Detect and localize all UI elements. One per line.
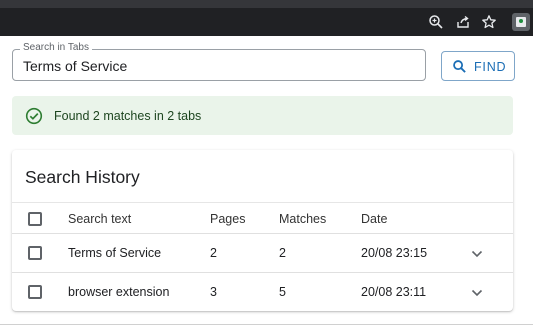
- row-pages: 3: [210, 285, 217, 299]
- table-header-row: Search text Pages Matches Date: [12, 202, 513, 233]
- row-date: 20/08 23:15: [361, 246, 428, 260]
- select-all-checkbox[interactable]: [28, 212, 42, 226]
- search-icon: [452, 59, 467, 79]
- table-row[interactable]: browser extension 3 5 20/08 23:11: [12, 272, 513, 312]
- zoom-icon[interactable]: [428, 14, 444, 30]
- column-header-pages: Pages: [210, 212, 246, 226]
- find-button-label: FIND: [474, 60, 507, 74]
- row-date: 20/08 23:11: [361, 285, 427, 299]
- tab-strip-edge: [0, 0, 533, 8]
- extension-icon[interactable]: [512, 13, 530, 31]
- search-input-label: Search in Tabs: [20, 42, 92, 53]
- row-matches: 5: [279, 285, 286, 299]
- row-search-text: Terms of Service: [68, 246, 162, 260]
- success-alert: Found 2 matches in 2 tabs: [12, 96, 513, 135]
- column-header-matches: Matches: [279, 212, 327, 226]
- alert-message: Found 2 matches in 2 tabs: [54, 109, 202, 123]
- extension-icon-dot: [519, 19, 523, 23]
- row-pages: 2: [210, 246, 217, 260]
- row-checkbox[interactable]: [28, 285, 42, 299]
- check-circle-icon: [25, 107, 43, 130]
- chevron-down-icon[interactable]: [470, 247, 484, 266]
- search-history-title: Search History: [25, 167, 140, 187]
- find-button[interactable]: FIND: [441, 51, 515, 81]
- row-matches: 2: [279, 246, 286, 260]
- search-input-value[interactable]: Terms of Service: [23, 58, 127, 74]
- share-icon[interactable]: [455, 14, 471, 30]
- row-search-text: browser extension: [68, 285, 170, 299]
- column-header-search-text: Search text: [68, 212, 132, 226]
- row-checkbox[interactable]: [28, 246, 42, 260]
- search-history-card: Search History Search text Pages Matches…: [12, 150, 513, 311]
- bottom-divider: [0, 324, 533, 325]
- chevron-down-icon[interactable]: [470, 286, 484, 305]
- browser-toolbar: [0, 0, 533, 36]
- table-row[interactable]: Terms of Service 2 2 20/08 23:15: [12, 233, 513, 272]
- bookmark-star-icon[interactable]: [481, 14, 497, 30]
- column-header-date: Date: [361, 212, 388, 226]
